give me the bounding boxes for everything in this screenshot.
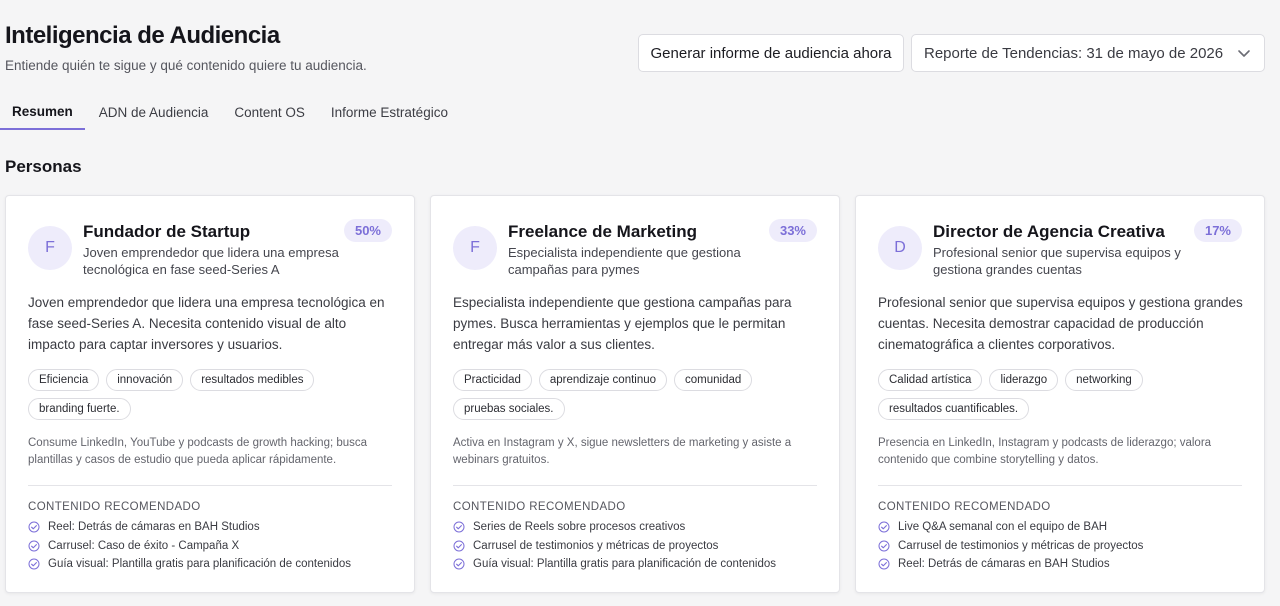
check-circle-icon: [878, 540, 890, 552]
persona-summary: Profesional senior que supervisa equipos…: [933, 245, 1181, 277]
tag-list: Practicidad aprendizaje continuo comunid…: [453, 369, 823, 420]
section-title-personas: Personas: [5, 157, 82, 176]
percent-badge: 17%: [1193, 219, 1242, 242]
check-circle-icon: [453, 521, 465, 533]
persona-summary: Especialista independiente que gestiona …: [508, 245, 741, 277]
check-circle-icon: [28, 558, 40, 570]
list-item: Carrusel de testimonios y métricas de pr…: [453, 537, 776, 556]
chevron-down-icon: [1238, 50, 1250, 57]
recommended-heading: CONTENIDO RECOMENDADO: [28, 501, 201, 513]
recommended-list: Series de Reels sobre procesos creativos…: [453, 518, 776, 574]
tag: networking: [1065, 369, 1143, 391]
check-circle-icon: [878, 558, 890, 570]
consumption-text: Activa en Instagram y X, sigue newslette…: [453, 437, 792, 466]
persona-card: F Freelance de Marketing Especialista in…: [430, 195, 840, 593]
percent-badge: 50%: [343, 219, 392, 242]
page-title: Inteligencia de Audiencia: [5, 22, 280, 49]
recommended-item: Guía visual: Plantilla gratis para plani…: [473, 558, 777, 571]
check-circle-icon: [28, 540, 40, 552]
check-circle-icon: [878, 521, 890, 533]
recommended-item: Carrusel de testimonios y métricas de pr…: [898, 539, 1144, 552]
tab-content-os[interactable]: Content OS: [222, 94, 317, 130]
recommended-item: Reel: Detrás de cámaras en BAH Studios: [898, 558, 1110, 571]
tab-informe-estrategico[interactable]: Informe Estratégico: [319, 94, 460, 130]
tag: Calidad artística: [878, 369, 983, 391]
report-select-value: Reporte de Tendencias: 31 de mayo de 202…: [924, 44, 1224, 62]
tag: pruebas sociales.: [453, 398, 565, 420]
avatar: D: [878, 226, 922, 270]
recommended-item: Carrusel de testimonios y métricas de pr…: [473, 539, 719, 552]
tag: aprendizaje continuo: [538, 369, 668, 391]
recommended-item: Carrusel: Caso de éxito - Campaña X: [48, 539, 240, 552]
list-item: Live Q&A semanal con el equipo de BAH: [878, 518, 1143, 537]
list-item: Reel: Detrás de cámaras en BAH Studios: [28, 518, 351, 537]
tab-adn-de-audiencia[interactable]: ADN de Audiencia: [87, 94, 221, 130]
check-circle-icon: [28, 521, 40, 533]
list-item: Carrusel: Caso de éxito - Campaña X: [28, 537, 351, 556]
tag: Practicidad: [453, 369, 532, 391]
persona-summary: Joven emprendedor que lidera una empresa…: [83, 245, 339, 277]
list-item: Carrusel de testimonios y métricas de pr…: [878, 537, 1143, 556]
tag: innovación: [106, 369, 184, 391]
list-item: Guía visual: Plantilla gratis para plani…: [453, 555, 776, 574]
tab-resumen[interactable]: Resumen: [0, 94, 85, 130]
divider: [28, 485, 392, 486]
recommended-heading: CONTENIDO RECOMENDADO: [453, 501, 626, 513]
tag: resultados medibles: [190, 369, 315, 391]
tag-list: Eficiencia innovación resultados medible…: [28, 369, 398, 420]
check-circle-icon: [453, 540, 465, 552]
persona-card: D Director de Agencia Creativa Profesion…: [855, 195, 1265, 593]
recommended-heading: CONTENIDO RECOMENDADO: [878, 501, 1051, 513]
recommended-item: Guía visual: Plantilla gratis para plani…: [48, 558, 352, 571]
tag: resultados cuantificables.: [878, 398, 1030, 420]
persona-name: Director de Agencia Creativa: [933, 222, 1165, 241]
consumption-text: Presencia en LinkedIn, Instagram y podca…: [878, 437, 1212, 466]
persona-name: Freelance de Marketing: [508, 222, 697, 241]
page-header: Inteligencia de Audiencia Entiende quién…: [5, 22, 367, 73]
recommended-list: Reel: Detrás de cámaras en BAH Studios C…: [28, 518, 351, 574]
tab-bar: Resumen ADN de Audiencia Content OS Info…: [0, 94, 461, 132]
recommended-list: Live Q&A semanal con el equipo de BAH Ca…: [878, 518, 1143, 574]
tag-list: Calidad artística liderazgo networking r…: [878, 369, 1248, 420]
list-item: Reel: Detrás de cámaras en BAH Studios: [878, 555, 1143, 574]
persona-description: Joven emprendedor que lidera una empresa…: [28, 295, 385, 352]
recommended-item: Reel: Detrás de cámaras en BAH Studios: [48, 521, 260, 534]
page-subtitle: Entiende quién te sigue y qué contenido …: [5, 58, 367, 73]
consumption-text: Consume LinkedIn, YouTube y podcasts de …: [28, 437, 368, 466]
tag: liderazgo: [989, 369, 1059, 391]
avatar: F: [28, 226, 72, 270]
persona-description: Profesional senior que supervisa equipos…: [878, 295, 1243, 352]
persona-card: F Fundador de Startup Joven emprendedor …: [5, 195, 415, 593]
persona-description: Especialista independiente que gestiona …: [453, 295, 792, 352]
percent-badge: 33%: [768, 219, 817, 242]
tag: comunidad: [674, 369, 753, 391]
divider: [453, 485, 817, 486]
divider: [878, 485, 1242, 486]
tag: branding fuerte.: [28, 398, 131, 420]
tag: Eficiencia: [28, 369, 100, 391]
report-select[interactable]: Reporte de Tendencias: 31 de mayo de 202…: [911, 34, 1265, 72]
avatar: F: [453, 226, 497, 270]
check-circle-icon: [453, 558, 465, 570]
recommended-item: Live Q&A semanal con el equipo de BAH: [898, 521, 1108, 534]
recommended-item: Series de Reels sobre procesos creativos: [473, 521, 686, 534]
persona-name: Fundador de Startup: [83, 222, 251, 241]
generate-report-button[interactable]: Generar informe de audiencia ahora: [638, 34, 904, 72]
list-item: Guía visual: Plantilla gratis para plani…: [28, 555, 351, 574]
list-item: Series de Reels sobre procesos creativos: [453, 518, 776, 537]
